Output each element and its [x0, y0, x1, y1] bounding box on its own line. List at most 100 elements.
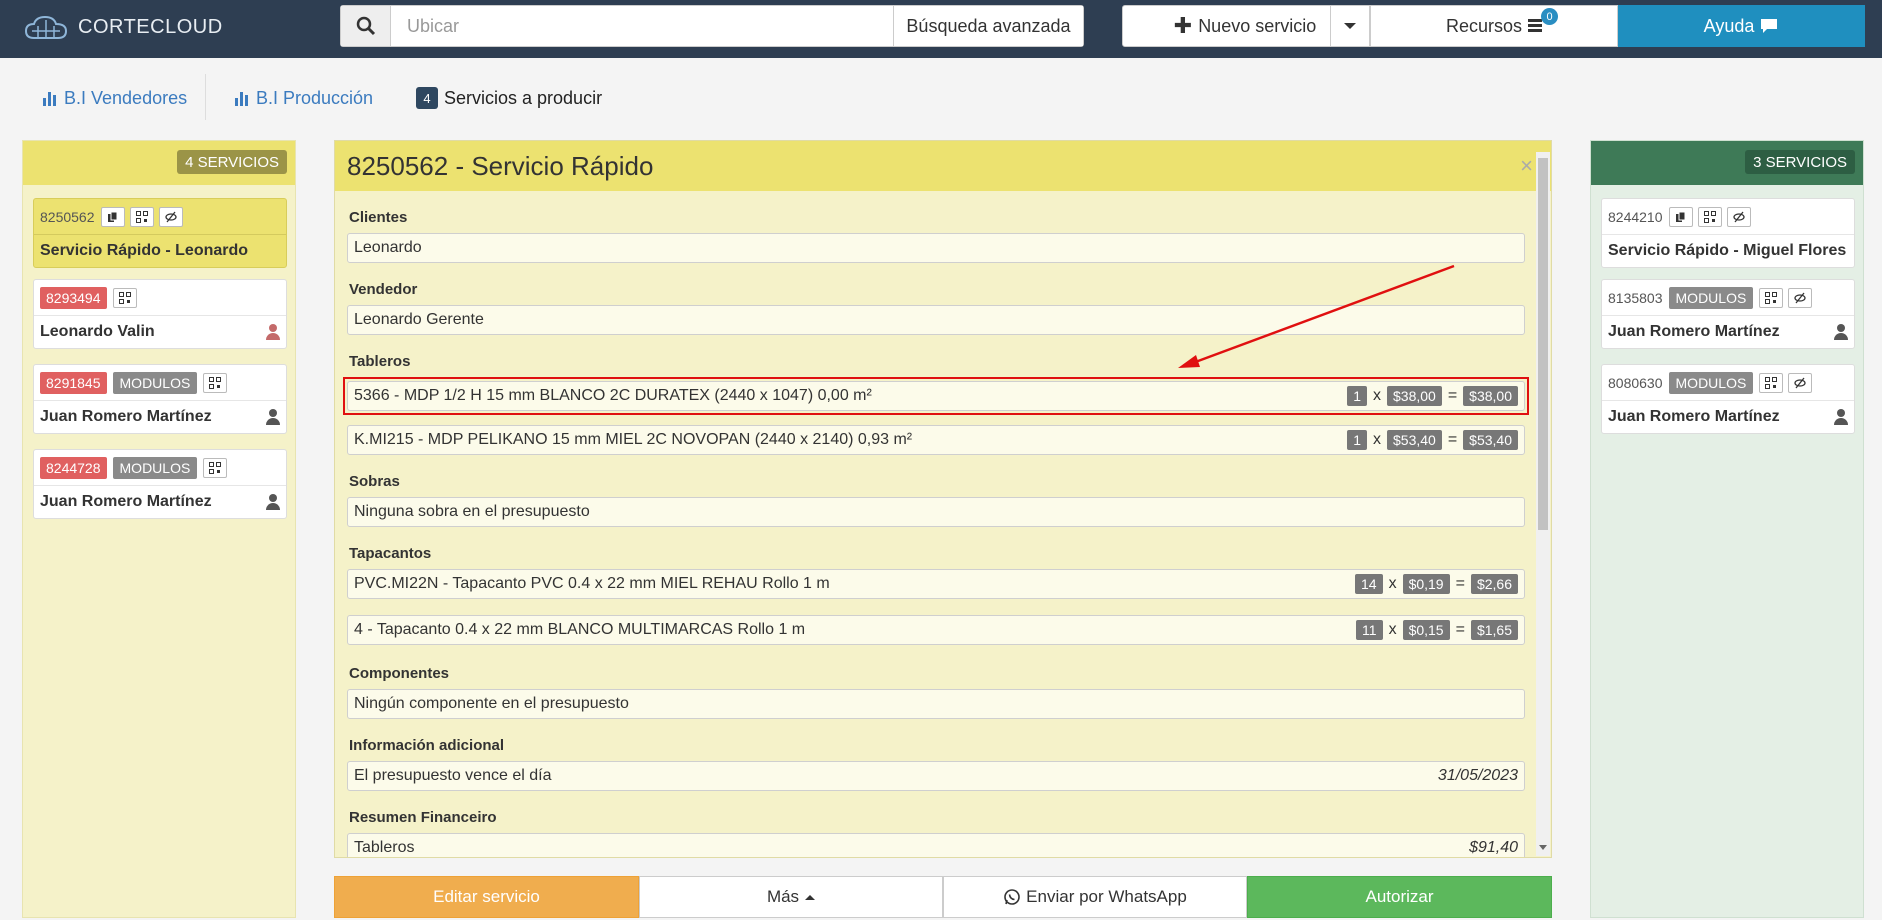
edgeband-row[interactable]: PVC.MI22N - Tapacanto PVC 0.4 x 22 mm MI… [347, 569, 1525, 599]
finance-summary-label: Resumen Financeiro [349, 809, 497, 826]
service-number-badge: 8244728 [40, 456, 107, 479]
leftovers-field[interactable]: Ninguna sobra en el presupuesto [347, 497, 1525, 527]
search-icon [356, 16, 375, 36]
right-services-column: 3 SERVICIOS 8244210 Servicio Rápido - Mi… [1590, 140, 1864, 918]
expiry-text: El presupuesto vence el día [354, 767, 552, 784]
qr-code-icon[interactable] [129, 206, 154, 227]
edit-service-button[interactable]: Editar servicio [334, 876, 639, 918]
board-unit-price: $53,40 [1387, 430, 1442, 450]
brand-name: CORTECLOUD [78, 15, 223, 38]
panel-scrollbar-thumb[interactable] [1538, 158, 1548, 530]
authorize-button[interactable]: Autorizar [1247, 876, 1552, 918]
resources-button[interactable]: Recursos [1370, 5, 1618, 47]
edgeband-quantity: 11 [1356, 620, 1383, 640]
subnav-divider [205, 74, 206, 120]
qr-code-icon[interactable] [1759, 287, 1784, 308]
service-card[interactable]: 8291845 MODULOS Juan Romero Martínez [33, 364, 287, 434]
copy-icon[interactable] [1668, 206, 1693, 227]
scroll-down-arrow[interactable] [1539, 845, 1547, 850]
service-card[interactable]: 8293494 Leonardo Valin [33, 279, 287, 349]
edgeband-quantity: 14 [1354, 574, 1383, 594]
eye-slash-icon[interactable] [158, 206, 183, 227]
eye-slash-icon[interactable] [1788, 372, 1813, 393]
service-title: Servicio Rápido - Miguel Flores [1608, 242, 1847, 259]
service-number: 8250562 [40, 208, 95, 225]
qr-code-icon[interactable] [203, 457, 228, 478]
service-title: Juan Romero Martínez [40, 493, 212, 510]
components-value: Ningún componente en el presupuesto [354, 695, 629, 712]
new-service-dropdown-toggle[interactable] [1330, 5, 1370, 47]
bar-chart-icon [235, 92, 248, 106]
top-navbar: CORTECLOUD Búsqueda avanzada ✚ Nuevo ser… [0, 0, 1882, 58]
user-icon [266, 409, 280, 425]
edgeband-description: 4 - Tapacanto 0.4 x 22 mm BLANCO MULTIMA… [354, 621, 806, 638]
service-card[interactable]: 8250562 Servicio Rápido - Leonardo [33, 198, 287, 268]
panel-header: 8250562 - Servicio Rápido × [335, 141, 1551, 191]
finance-row-label: Tableros [354, 839, 415, 856]
eye-slash-icon[interactable] [1726, 206, 1751, 227]
right-column-header: 3 SERVICIOS [1591, 141, 1863, 185]
more-button[interactable]: Más [639, 876, 943, 918]
qr-code-icon[interactable] [1759, 372, 1784, 393]
service-card[interactable]: 8080630 MODULOS Juan Romero Martínez [1601, 364, 1855, 434]
service-number: 8080630 [1608, 374, 1663, 391]
left-services-column: 4 SERVICIOS 8250562 Servicio Rápido - Le… [22, 140, 296, 918]
qr-code-icon[interactable] [203, 372, 228, 393]
service-title: Leonardo Valin [40, 323, 155, 340]
expiry-field[interactable]: El presupuesto vence el día 31/05/2023 [347, 761, 1525, 791]
qr-code-icon[interactable] [1697, 206, 1722, 227]
expiry-date: 31/05/2023 [1437, 767, 1518, 784]
seller-field[interactable]: Leonardo Gerente [347, 305, 1525, 335]
service-number: 8244210 [1608, 208, 1663, 225]
brand-logo[interactable]: CORTECLOUD [24, 14, 223, 40]
help-label: Ayuda [1703, 15, 1755, 36]
service-card[interactable]: 8244728 MODULOS Juan Romero Martínez [33, 449, 287, 519]
service-card[interactable]: 8135803 MODULOS Juan Romero Martínez [1601, 279, 1855, 349]
seller-value: Leonardo Gerente [354, 311, 484, 328]
caret-up-icon [805, 894, 816, 900]
components-label: Componentes [349, 665, 450, 682]
more-label: Más [766, 887, 800, 906]
service-title: Servicio Rápido - Leonardo [40, 242, 249, 259]
eye-slash-icon[interactable] [1788, 287, 1813, 308]
service-title: Juan Romero Martínez [1608, 323, 1780, 340]
advanced-search-button[interactable]: Búsqueda avanzada [893, 6, 1083, 46]
board-description: K.MI215 - MDP PELIKANO 15 mm MIEL 2C NOV… [354, 431, 913, 448]
copy-icon[interactable] [100, 206, 125, 227]
modules-tag: MODULOS [1668, 286, 1754, 309]
board-row[interactable]: K.MI215 - MDP PELIKANO 15 mm MIEL 2C NOV… [347, 425, 1525, 455]
edgeband-row[interactable]: 4 - Tapacanto 0.4 x 22 mm BLANCO MULTIMA… [347, 615, 1525, 645]
edgebands-label: Tapacantos [349, 545, 432, 562]
whatsapp-icon [1004, 889, 1020, 905]
user-icon [1834, 409, 1848, 425]
resources-label: Recursos [1445, 15, 1523, 36]
whatsapp-label: Enviar por WhatsApp [1026, 887, 1187, 906]
client-field[interactable]: Leonardo [347, 233, 1525, 263]
services-count-badge: 4 [416, 87, 438, 109]
service-title: Juan Romero Martínez [40, 408, 212, 425]
nav-bi-sellers[interactable]: B.I Vendedores [42, 86, 187, 110]
modules-tag: MODULOS [112, 456, 198, 479]
whatsapp-button[interactable]: Enviar por WhatsApp [943, 876, 1247, 918]
service-title: Juan Romero Martínez [1608, 408, 1780, 425]
equals-sign: = [1455, 621, 1465, 638]
search-button[interactable] [341, 6, 391, 46]
finance-row: Tableros $91,40 [347, 833, 1525, 857]
multiply-sign: x [1388, 575, 1397, 592]
close-icon[interactable]: × [1520, 153, 1533, 179]
search-input[interactable] [391, 6, 893, 46]
action-bar: Editar servicio Más Enviar por WhatsApp … [334, 876, 1552, 918]
client-value: Leonardo [354, 239, 422, 256]
service-card[interactable]: 8244210 Servicio Rápido - Miguel Flores [1601, 198, 1855, 268]
finance-row-value: $91,40 [1469, 839, 1518, 856]
qr-code-icon[interactable] [112, 287, 137, 308]
chevron-down-icon [1344, 23, 1356, 29]
help-button[interactable]: Ayuda [1618, 5, 1865, 47]
plus-icon: ✚ [1173, 13, 1193, 38]
panel-title: 8250562 - Servicio Rápido [347, 150, 654, 181]
board-quantity: 1 [1347, 430, 1367, 450]
components-field[interactable]: Ningún componente en el presupuesto [347, 689, 1525, 719]
edgeband-description: PVC.MI22N - Tapacanto PVC 0.4 x 22 mm MI… [354, 575, 830, 592]
nav-bi-production[interactable]: B.I Producción [234, 86, 373, 110]
nav-services-to-produce[interactable]: 4 Servicios a producir [416, 86, 602, 110]
